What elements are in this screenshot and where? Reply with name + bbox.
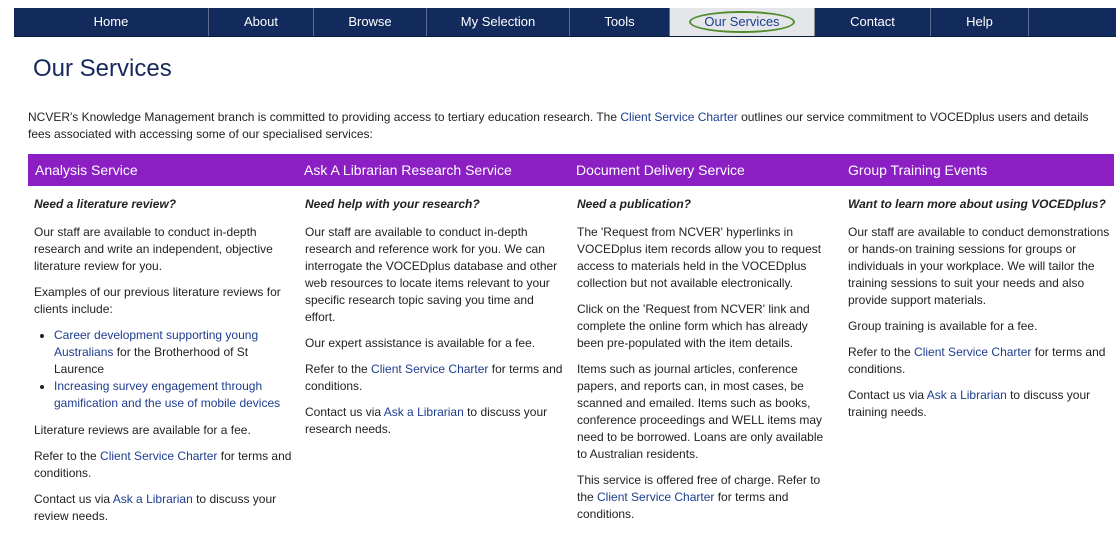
nav-my-selection[interactable]: My Selection	[427, 8, 570, 36]
column-question: Want to learn more about using VOCEDplus…	[848, 197, 1106, 211]
ask-a-librarian-link[interactable]: Ask a Librarian	[927, 388, 1007, 402]
column-paragraph: Items such as journal articles, conferen…	[577, 362, 824, 461]
nav-tools[interactable]: Tools	[570, 8, 670, 36]
ask-a-librarian-link[interactable]: Ask a Librarian	[113, 492, 193, 506]
client-service-charter-link[interactable]: Client Service Charter	[371, 362, 488, 376]
ask-a-librarian-link[interactable]: Ask a Librarian	[384, 405, 464, 419]
column-paragraph: Examples of our previous literature revi…	[34, 285, 281, 316]
nav-our-services-label: Our Services	[689, 11, 795, 33]
column-paragraph: Click on the 'Request from NCVER' link a…	[577, 302, 810, 350]
client-service-charter-link[interactable]: Client Service Charter	[914, 345, 1031, 359]
literature-review-list: Career development supporting young Aust…	[34, 327, 296, 412]
client-service-charter-link[interactable]: Client Service Charter	[597, 490, 714, 504]
nav-browse[interactable]: Browse	[314, 8, 427, 36]
column-analysis-service: Need a literature review? Our staff are …	[34, 196, 296, 534]
heading-document-delivery: Document Delivery Service	[576, 162, 745, 178]
intro-text: NCVER's Knowledge Management branch is c…	[28, 110, 1089, 141]
column-paragraph: Refer to the Client Service Charter for …	[34, 449, 292, 480]
page-title: Our Services	[33, 55, 172, 82]
column-paragraph: Our expert assistance is available for a…	[305, 336, 536, 350]
client-service-charter-link[interactable]: Client Service Charter	[100, 449, 217, 463]
column-paragraph: Our staff are available to conduct in-de…	[305, 225, 558, 324]
client-service-charter-link[interactable]: Client Service Charter	[620, 110, 737, 124]
column-paragraph: Literature reviews are available for a f…	[34, 423, 251, 437]
column-paragraph: Our staff are available to conduct demon…	[848, 225, 1110, 307]
column-question: Need a literature review?	[34, 197, 177, 211]
nav-our-services[interactable]: Our Services	[670, 8, 815, 36]
column-paragraph: The 'Request from NCVER' hyperlinks in V…	[577, 225, 822, 290]
nav-about[interactable]: About	[209, 8, 314, 36]
list-item: Career development supporting young Aust…	[54, 327, 296, 378]
services-header-band: Analysis Service Ask A Librarian Researc…	[28, 154, 1114, 186]
column-paragraph: Contact us via Ask a Librarian to discus…	[305, 405, 548, 436]
column-question: Need a publication?	[577, 197, 692, 211]
column-question: Need help with your research?	[305, 197, 480, 211]
nav-contact[interactable]: Contact	[815, 8, 931, 36]
main-nav: Home About Browse My Selection Tools Our…	[14, 8, 1116, 37]
heading-ask-a-librarian: Ask A Librarian Research Service	[304, 162, 512, 178]
nav-home[interactable]: Home	[14, 8, 209, 36]
column-group-training: Want to learn more about using VOCEDplus…	[848, 196, 1112, 430]
survey-engagement-link[interactable]: Increasing survey engagement through gam…	[54, 379, 280, 410]
column-ask-a-librarian: Need help with your research? Our staff …	[305, 196, 567, 447]
column-paragraph: This service is offered free of charge. …	[577, 473, 821, 521]
column-paragraph: Group training is available for a fee.	[848, 319, 1038, 333]
heading-group-training: Group Training Events	[848, 162, 988, 178]
heading-analysis-service: Analysis Service	[35, 162, 138, 178]
column-document-delivery: Need a publication? The 'Request from NC…	[577, 196, 833, 532]
list-item: Increasing survey engagement through gam…	[54, 378, 296, 412]
column-paragraph: Contact us via Ask a Librarian to discus…	[848, 388, 1091, 419]
column-paragraph: Refer to the Client Service Charter for …	[848, 345, 1106, 376]
column-paragraph: Our staff are available to conduct in-de…	[34, 225, 273, 273]
column-paragraph: Contact us via Ask a Librarian to discus…	[34, 492, 277, 523]
nav-help[interactable]: Help	[931, 8, 1029, 36]
column-paragraph: Refer to the Client Service Charter for …	[305, 362, 563, 393]
